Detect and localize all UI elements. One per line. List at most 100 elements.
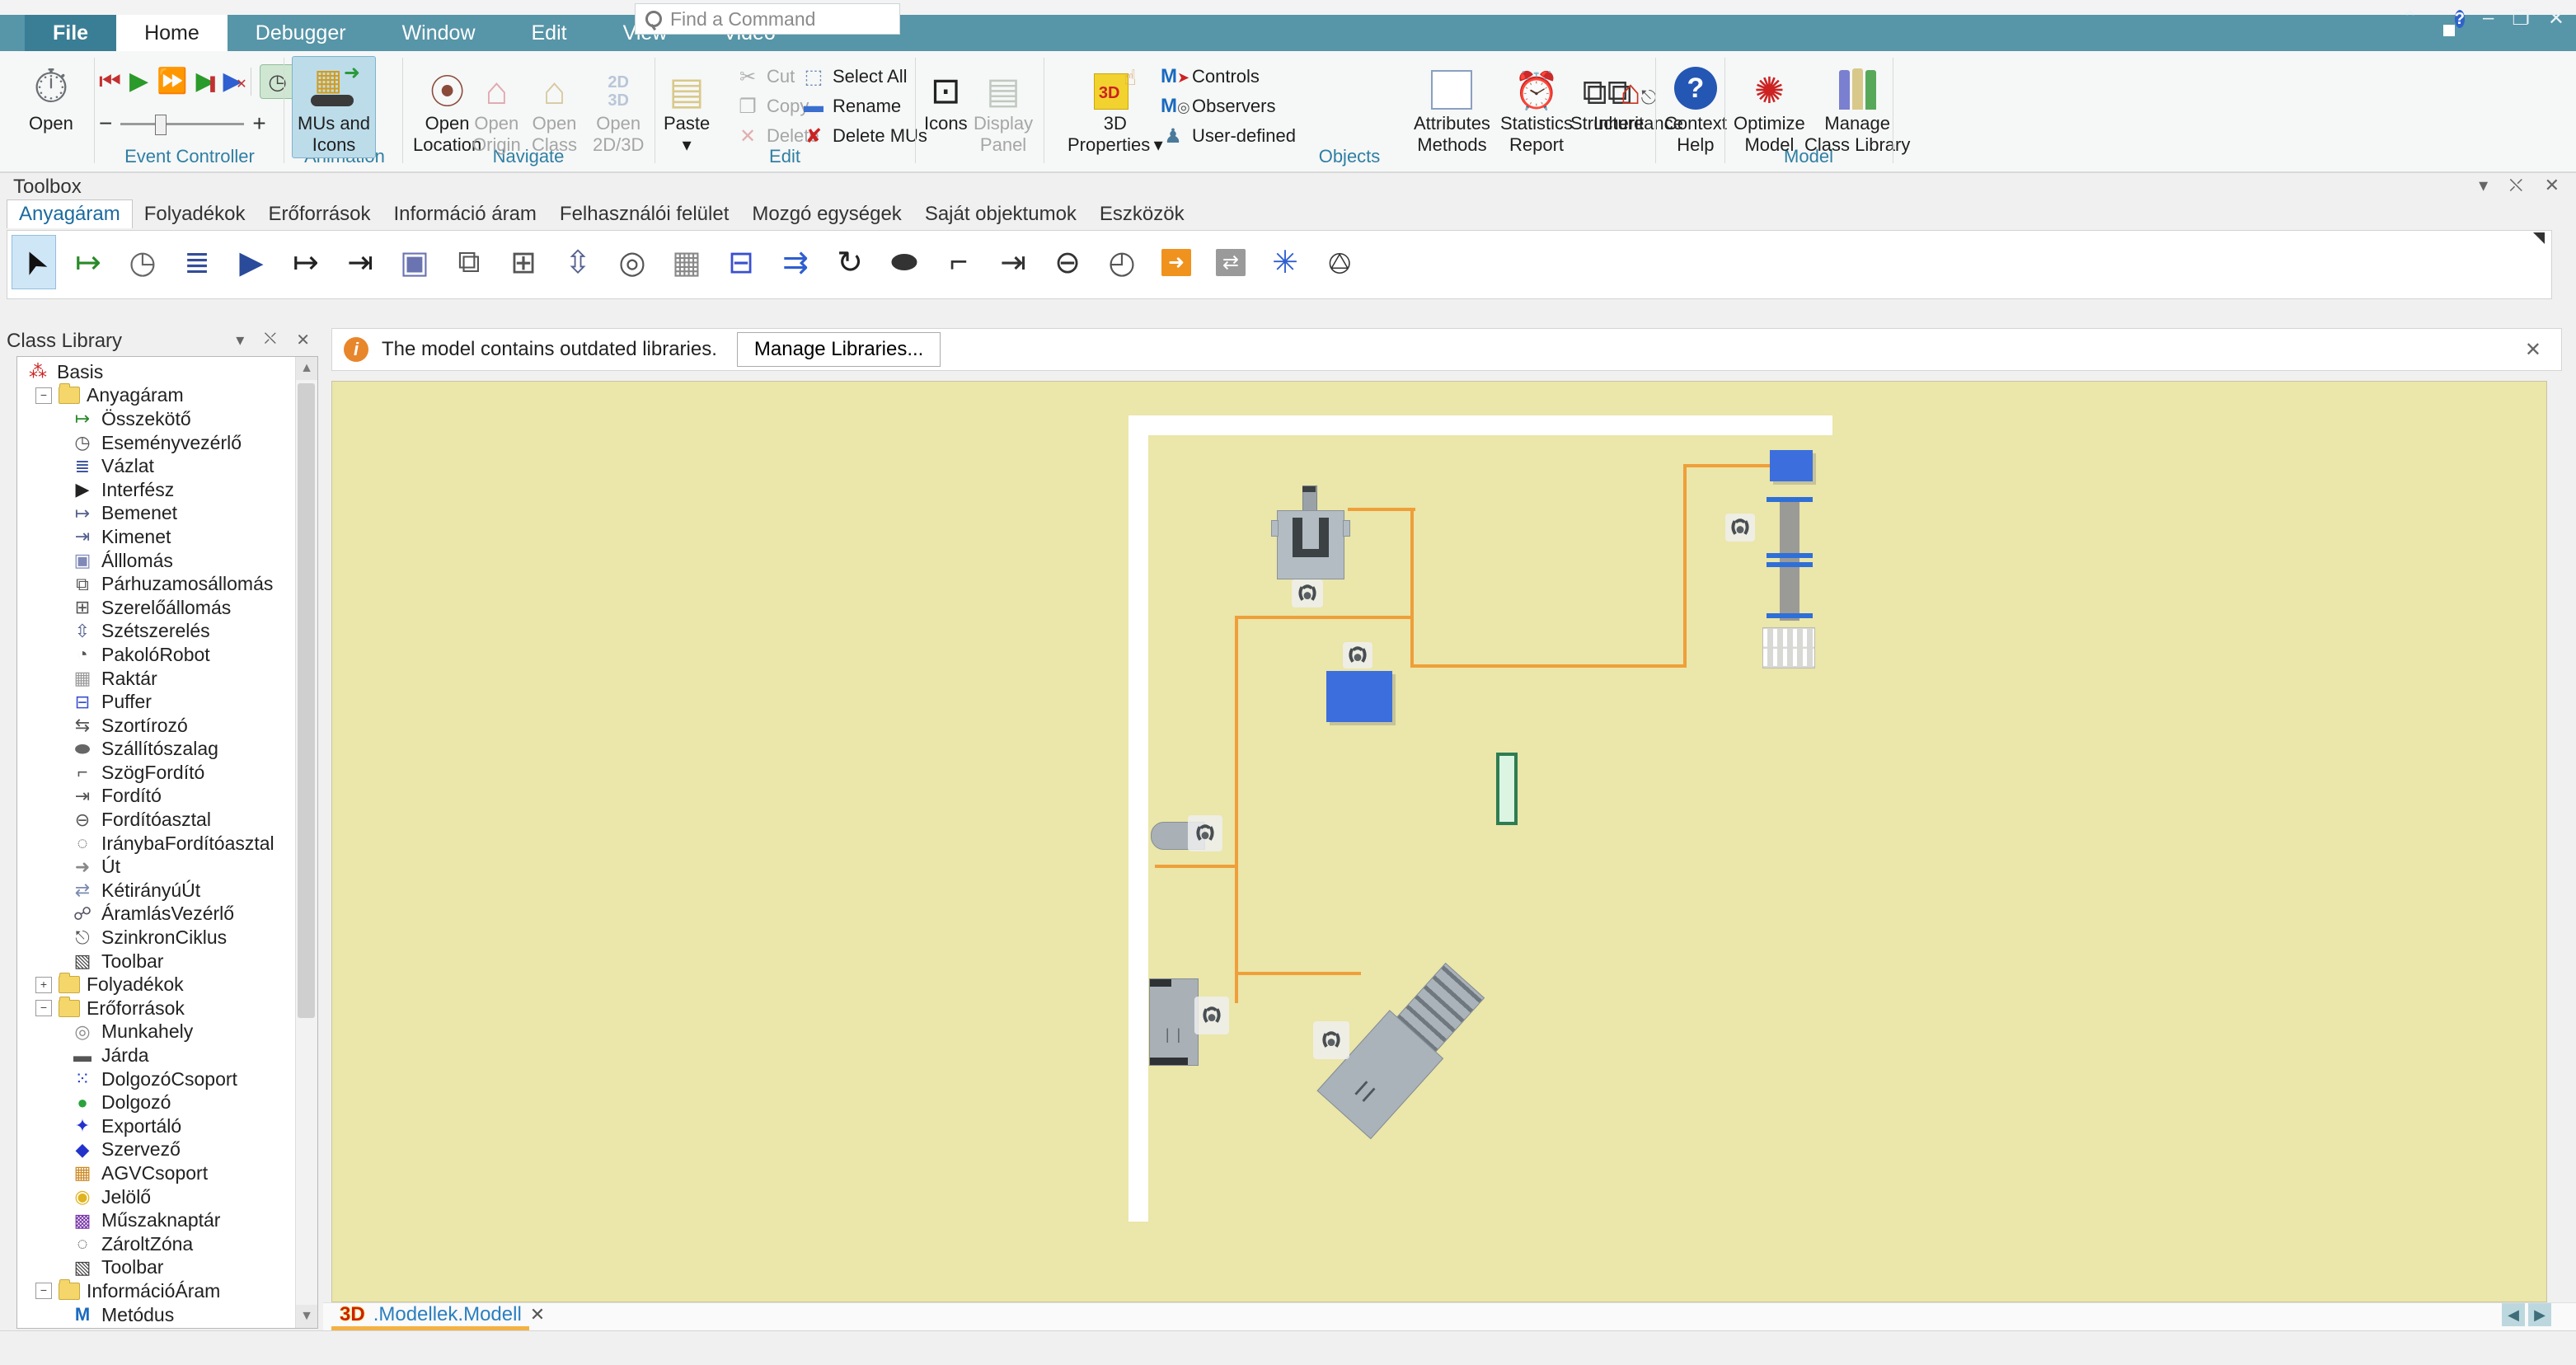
ribbon-tab-window[interactable]: Window [374, 15, 504, 51]
icons-button[interactable]: ⊡ Icons [918, 56, 974, 137]
connector-path[interactable] [1235, 616, 1238, 1003]
tree-item-jelölő[interactable]: ◉Jelölő [24, 1185, 317, 1209]
connector-path[interactable] [1235, 972, 1361, 975]
disassembly-icon[interactable]: ⇳ [556, 235, 600, 289]
scrollbar-thumb[interactable] [298, 383, 315, 1018]
worker-icon[interactable] [1194, 997, 1229, 1034]
slider-plus[interactable]: + [252, 110, 265, 137]
chevron-down-icon[interactable]: ▾ [236, 330, 244, 350]
connector-path[interactable] [1683, 464, 1771, 467]
slider-thumb[interactable] [155, 115, 167, 135]
select-cursor-icon[interactable]: ➤ [12, 235, 56, 289]
tree-item-szögfordító[interactable]: ⌐SzögFordító [24, 761, 317, 785]
station-icon[interactable]: ▣ [392, 235, 437, 289]
connector-path[interactable] [1348, 508, 1415, 511]
tree-item-szerelőállomás[interactable]: ⊞Szerelőállomás [24, 596, 317, 620]
tree-item-toolbar[interactable]: ▧Toolbar [24, 1256, 317, 1280]
store-icon[interactable]: ▦ [664, 235, 709, 289]
angle-converter-icon[interactable]: ⌐ [936, 235, 981, 289]
close-icon[interactable]: ✕ [2548, 7, 2564, 30]
tree-item-interfész[interactable]: ▶Interfész [24, 478, 317, 502]
tree-item-szétszerelés[interactable]: ⇳Szétszerelés [24, 620, 317, 644]
two-lane-track-icon[interactable]: ⇄ [1208, 235, 1253, 289]
green-station[interactable] [1496, 753, 1518, 825]
manage-libraries-button[interactable]: Manage Libraries... [737, 332, 941, 367]
toolbox-tab-saját-objektumok[interactable]: Saját objektumok [913, 200, 1088, 228]
tree-item-műszaknaptár[interactable]: ▩Műszaknaptár [24, 1208, 317, 1232]
tree-item-járda[interactable]: ▬Járda [24, 1044, 317, 1067]
model-canvas[interactable]: | | [331, 381, 2547, 1302]
tree-item-toolbar[interactable]: ▧Toolbar [24, 950, 317, 973]
ribbon-tab-home[interactable]: Home [116, 15, 228, 51]
worker-icon[interactable] [1188, 815, 1222, 851]
input-icon[interactable]: ↦ [284, 235, 328, 289]
rename-button[interactable]: ▬ Rename [801, 92, 927, 120]
track-icon[interactable]: ➜ [1154, 235, 1199, 289]
tree-item-kimenet[interactable]: ⇥Kimenet [24, 525, 317, 549]
document-tab[interactable]: 3D .Modellek.Modell ✕ [333, 1303, 551, 1326]
tree-item-anyagáram[interactable]: −Anyagáram [24, 384, 317, 408]
help-icon[interactable]: ? [2455, 7, 2465, 30]
toolbox-tab-anyagáram[interactable]: Anyagáram [7, 199, 133, 228]
pick-robot-icon[interactable]: ◎ [610, 235, 655, 289]
slider-track[interactable] [120, 123, 244, 125]
speed-slider[interactable]: − + [99, 110, 266, 137]
tree-item-dolgozócsoport[interactable]: ⁙DolgozóCsoport [24, 1067, 317, 1091]
tree-item-szervező[interactable]: ◆Szervező [24, 1138, 317, 1162]
tree-item-fordító[interactable]: ⇥Fordító [24, 785, 317, 809]
delete-mus-button[interactable]: ✘ Delete MUs [801, 122, 927, 150]
select-all-button[interactable]: ⬚ Select All [801, 63, 927, 91]
assembly-station-icon[interactable]: ⊞ [501, 235, 546, 289]
manage-class-library-button[interactable]: ManageClass Library [1799, 56, 1916, 158]
tree-item-iránybafordítóasztal[interactable]: ◌IránybaFordítóasztal [24, 832, 317, 856]
line-station[interactable] [1767, 497, 1813, 626]
tree-item-pakolórobot[interactable]: ◔PakolóRobot [24, 643, 317, 667]
tree-item-bemenet[interactable]: ↦Bemenet [24, 502, 317, 526]
tree-item-exportáló[interactable]: ✦Exportáló [24, 1114, 317, 1138]
ribbon-tab-file[interactable]: File [25, 15, 116, 51]
tree-item-kétirányúút[interactable]: ⇄KétirányúÚt [24, 879, 317, 903]
tree-item-vázlat[interactable]: ≣Vázlat [24, 454, 317, 478]
machine-robot-station[interactable] [1277, 485, 1344, 579]
tree-item-raktár[interactable]: ▦Raktár [24, 667, 317, 691]
interface-icon[interactable]: ▶ [229, 235, 274, 289]
buffer-icon[interactable]: ⊟ [719, 235, 763, 289]
tree-item-eseményvezérlő[interactable]: ◷Eseményvezérlő [24, 431, 317, 455]
close-icon[interactable]: ✕ [296, 330, 310, 350]
turnplate-icon[interactable]: ⊖ [1045, 235, 1090, 289]
toolbox-tab-erőforrások[interactable]: Erőforrások [256, 200, 382, 228]
mus-icons-button[interactable]: ▦➜ MUs andIcons [292, 56, 376, 158]
pin-icon[interactable]: ⛌ [264, 330, 276, 350]
stop-events-icon[interactable]: ▶✕ [223, 69, 242, 94]
parallel-station-icon[interactable]: ⧉ [447, 235, 491, 289]
tree-item-folyadékok[interactable]: +Folyadékok [24, 973, 317, 997]
close-icon[interactable]: ✕ [2525, 338, 2550, 362]
worker-icon[interactable] [1725, 514, 1755, 542]
next-page-icon[interactable]: ▶ [2528, 1303, 2551, 1326]
tree-item-párhuzamosállomás[interactable]: ⧉Párhuzamosállomás [24, 572, 317, 596]
threed-properties-button[interactable]: 3D☝ 3DProperties ▾ [1062, 56, 1169, 158]
toolbox-tab-mozgó-egységek[interactable]: Mozgó egységek [740, 200, 913, 228]
tree-item-erőforrások[interactable]: −Erőforrások [24, 997, 317, 1020]
ribbon-tab-edit[interactable]: Edit [504, 15, 595, 51]
tree-item-szinkronciklus[interactable]: ⎋SzinkronCiklus [24, 926, 317, 950]
slider-minus[interactable]: − [99, 110, 112, 137]
connector-path[interactable] [1683, 464, 1687, 668]
tree-item-szortírozó[interactable]: ⇆Szortírozó [24, 714, 317, 738]
toolbox-tab-eszközök[interactable]: Eszközök [1088, 200, 1196, 228]
expand-icon[interactable]: + [35, 977, 52, 993]
attributes-methods-button[interactable]: AttributesMethods [1408, 56, 1496, 158]
tree-item-fordítóasztal[interactable]: ⊖Fordítóasztal [24, 808, 317, 832]
tree-item-álllomás[interactable]: ▣Álllomás [24, 549, 317, 573]
tree-item-puffer[interactable]: ⊟Puffer [24, 690, 317, 714]
user-defined-button[interactable]: ♟ User-defined [1161, 122, 1296, 150]
find-command-box[interactable]: Find a Command [635, 3, 900, 35]
pin-icon[interactable]: ⛌ [2509, 175, 2522, 196]
tree-item-zároltzóna[interactable]: ◌ZároltZóna [24, 1232, 317, 1256]
machine-vertical[interactable]: | | [1149, 978, 1199, 1066]
turn-circle-icon[interactable]: ◴ [1100, 235, 1144, 289]
stopwatch-button[interactable]: ⏱ Open [23, 56, 79, 137]
toolbox-tab-folyadékok[interactable]: Folyadékok [133, 200, 257, 228]
scroll-down-icon[interactable]: ▼ [296, 1305, 317, 1328]
output-icon[interactable]: ⇥ [338, 235, 382, 289]
